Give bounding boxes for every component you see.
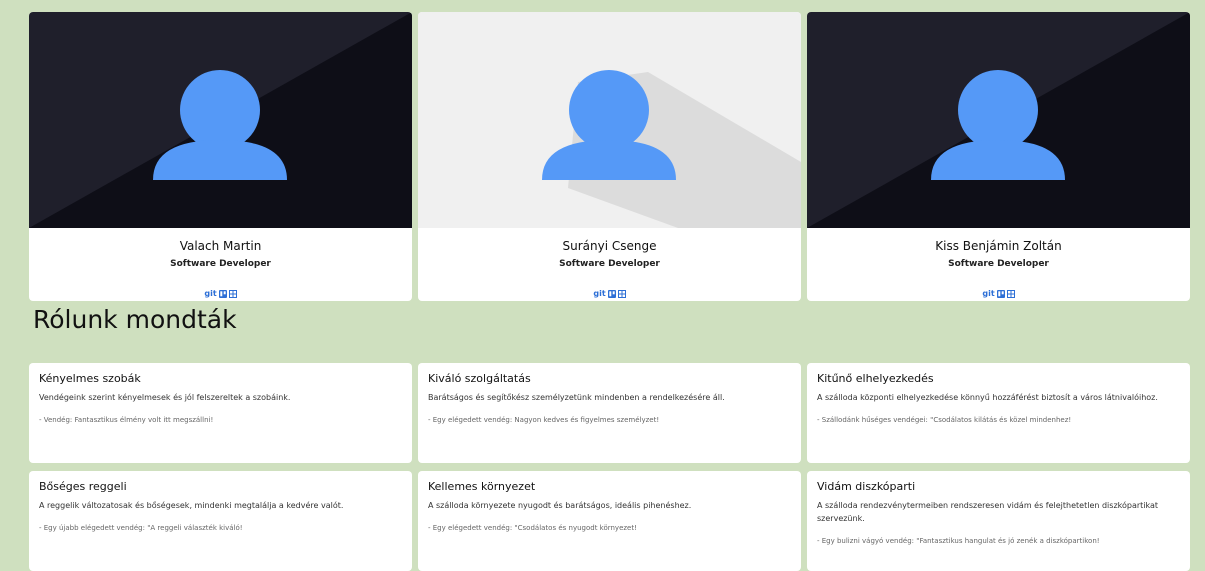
- review-desc: Barátságos és segítőkész személyzetünk m…: [428, 393, 725, 402]
- review-card: Bőséges reggeli A reggelik változatosak …: [29, 471, 412, 571]
- member-role: Software Developer: [559, 259, 660, 269]
- review-quote: - Egy elégedett vendég: Nagyon kedves és…: [428, 416, 660, 424]
- git-link[interactable]: git: [204, 289, 216, 298]
- social-links: git: [418, 289, 801, 298]
- member-name: Surányi Csenge: [562, 239, 657, 253]
- review-desc: Vendégeink szerint kényelmesek és jól fe…: [39, 393, 291, 402]
- review-quote: - Vendég: Fantasztikus élmény volt itt m…: [39, 416, 214, 424]
- review-quote: - Szállodánk hűséges vendégei: "Csodálat…: [817, 416, 1072, 424]
- review-title: Vidám diszkóparti: [817, 480, 916, 493]
- review-desc: A szálloda központi elhelyezkedése könny…: [817, 393, 1158, 402]
- social-links: git: [807, 289, 1190, 298]
- avatar: [418, 12, 801, 228]
- avatar: [807, 12, 1190, 228]
- review-title: Kellemes környezet: [428, 480, 536, 493]
- social-links: git: [29, 289, 412, 298]
- review-card: Vidám diszkóparti A szálloda rendezvényt…: [807, 471, 1190, 571]
- review-title: Kitűnő elhelyezkedés: [817, 372, 934, 385]
- review-title: Kényelmes szobák: [39, 372, 141, 385]
- team-section: Valach Martin Software Developer git Sur…: [29, 12, 1190, 301]
- member-name: Valach Martin: [179, 239, 262, 253]
- avatar: [29, 12, 412, 228]
- review-card: Kiváló szolgáltatás Barátságos és segítő…: [418, 363, 801, 463]
- review-quote: - Egy elégedett vendég: "Csodálatos és n…: [428, 524, 637, 532]
- review-card: Kitűnő elhelyezkedés A szálloda központi…: [807, 363, 1190, 463]
- trello-icon[interactable]: [607, 289, 616, 298]
- review-title: Bőséges reggeli: [39, 480, 127, 493]
- team-card: Surányi Csenge Software Developer git: [418, 12, 801, 301]
- review-card: Kényelmes szobák Vendégeink szerint kény…: [29, 363, 412, 463]
- review-card: Kellemes környezet A szálloda környezete…: [418, 471, 801, 571]
- figma-icon[interactable]: [617, 289, 626, 298]
- git-link[interactable]: git: [982, 289, 994, 298]
- review-quote: - Egy bulizni vágyó vendég: "Fantasztiku…: [817, 537, 1100, 545]
- team-card: Valach Martin Software Developer git: [29, 12, 412, 301]
- trello-icon[interactable]: [218, 289, 227, 298]
- review-title: Kiváló szolgáltatás: [428, 372, 531, 385]
- figma-icon[interactable]: [228, 289, 237, 298]
- review-quote: - Egy újabb elégedett vendég: "A reggeli…: [39, 524, 243, 532]
- figma-icon[interactable]: [1006, 289, 1015, 298]
- member-role: Software Developer: [170, 259, 271, 269]
- review-desc: A reggelik változatosak és bőségesek, mi…: [39, 501, 344, 510]
- member-role: Software Developer: [948, 259, 1049, 269]
- review-desc: A szálloda környezete nyugodt és barátsá…: [428, 501, 692, 510]
- git-link[interactable]: git: [593, 289, 605, 298]
- trello-icon[interactable]: [996, 289, 1005, 298]
- team-card: Kiss Benjámin Zoltán Software Developer …: [807, 12, 1190, 301]
- member-name: Kiss Benjámin Zoltán: [935, 239, 1062, 253]
- section-title: Rólunk mondták: [33, 305, 237, 334]
- review-desc: A szálloda rendezvénytermeiben rendszere…: [817, 501, 1159, 523]
